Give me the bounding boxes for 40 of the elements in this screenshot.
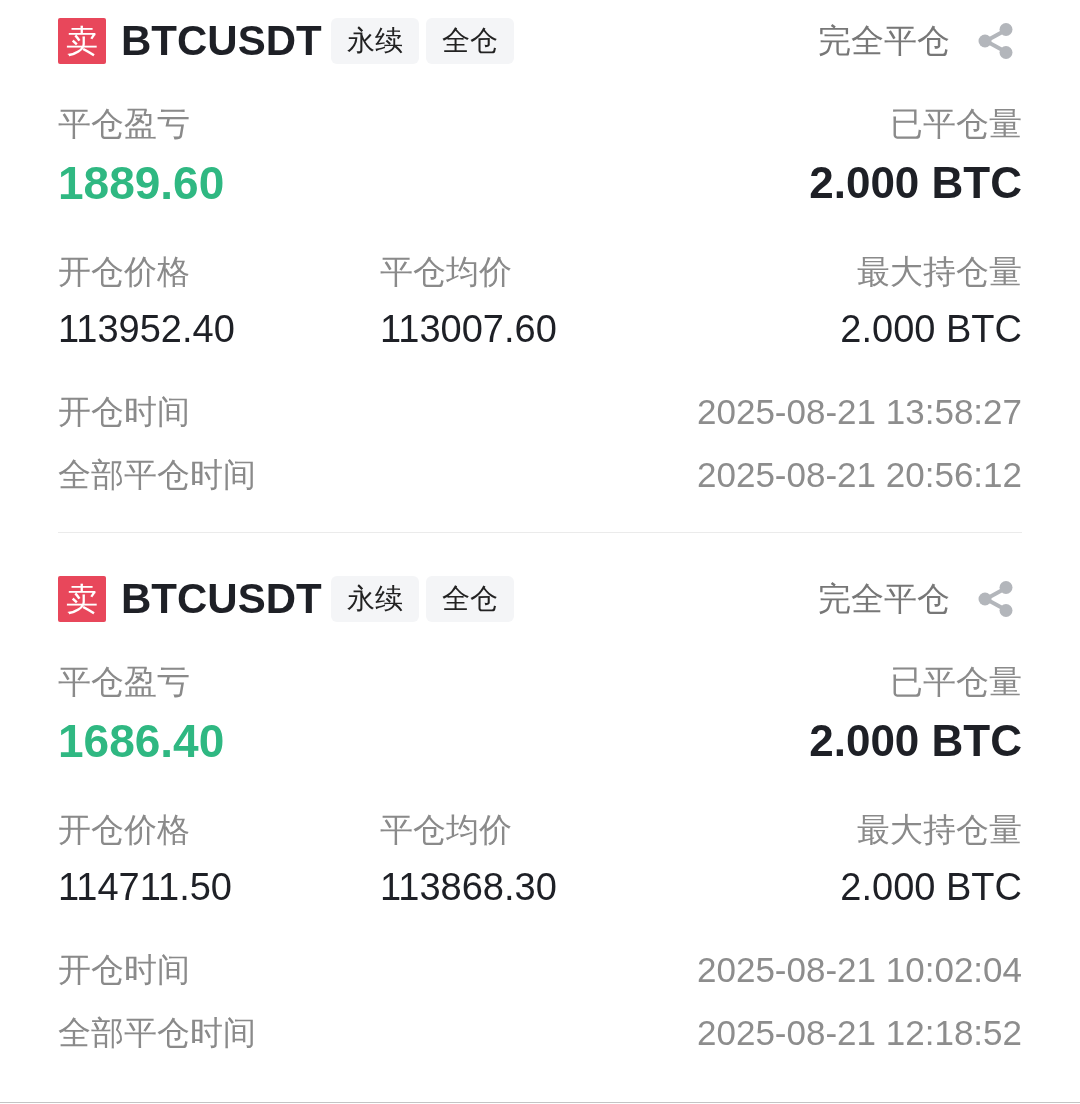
field-value: 2.000 BTC — [809, 157, 1022, 209]
pair-symbol: BTCUSDT — [121, 18, 322, 64]
time-value: 2025-08-21 10:02:04 — [697, 949, 1022, 991]
field-value: 2.000 BTC — [840, 865, 1022, 910]
field-value: 2.000 BTC — [809, 715, 1022, 767]
side-badge: 卖 — [58, 576, 106, 622]
field-label: 最大持仓量 — [857, 809, 1022, 851]
field-value: 2.000 BTC — [840, 307, 1022, 352]
order-tag: 永续 — [330, 576, 419, 622]
time-value: 2025-08-21 13:58:27 — [697, 391, 1022, 433]
field-label: 开仓时间 — [58, 949, 190, 991]
pair-symbol: BTCUSDT — [121, 576, 322, 622]
field-label: 已平仓量 — [890, 103, 1022, 145]
field-label: 全部平仓时间 — [58, 1012, 256, 1054]
field-label: 平仓盈亏 — [58, 661, 190, 703]
field-label: 平仓盈亏 — [58, 103, 190, 145]
field-label: 开仓时间 — [58, 391, 190, 433]
side-badge: 卖 — [58, 18, 106, 64]
field-label: 平仓均价 — [380, 251, 512, 293]
order-tag: 全仓 — [425, 576, 514, 622]
status-label: 完全平仓 — [818, 20, 950, 62]
field-label: 全部平仓时间 — [58, 454, 256, 496]
field-label: 已平仓量 — [890, 661, 1022, 703]
field-label: 最大持仓量 — [857, 251, 1022, 293]
order-tag: 永续 — [330, 18, 419, 64]
pnl-value: 1686.40 — [58, 714, 225, 769]
field-value: 114711.50 — [58, 865, 232, 910]
share-icon[interactable] — [978, 581, 1014, 617]
field-value: 113868.30 — [380, 865, 557, 910]
status-label: 完全平仓 — [818, 578, 950, 620]
field-label: 开仓价格 — [58, 251, 190, 293]
field-value: 113952.40 — [58, 307, 235, 352]
order-tag: 全仓 — [425, 18, 514, 64]
field-label: 开仓价格 — [58, 809, 190, 851]
pnl-value: 1889.60 — [58, 156, 225, 211]
share-icon[interactable] — [978, 23, 1014, 59]
field-value: 113007.60 — [380, 307, 557, 352]
time-value: 2025-08-21 20:56:12 — [697, 454, 1022, 496]
time-value: 2025-08-21 12:18:52 — [697, 1012, 1022, 1054]
field-label: 平仓均价 — [380, 809, 512, 851]
